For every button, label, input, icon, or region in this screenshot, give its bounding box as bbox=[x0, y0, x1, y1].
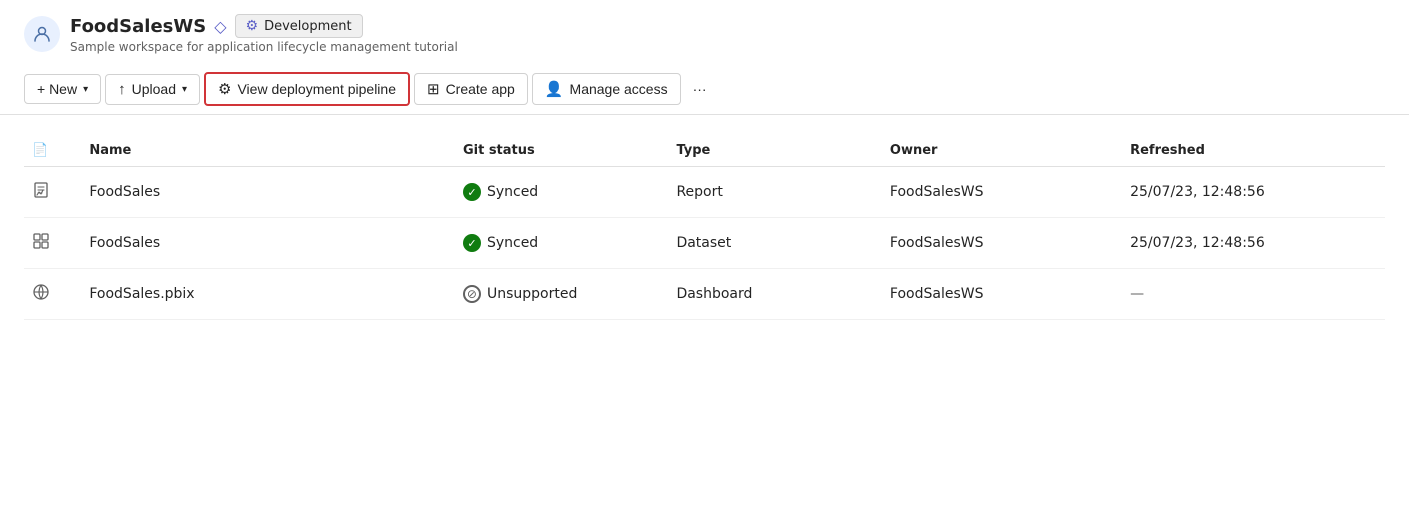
name-column-header[interactable]: Name bbox=[77, 135, 451, 167]
workspace-title-row: FoodSalesWS ◇ ⚙ Development bbox=[70, 14, 458, 38]
header-doc-icon: 📄 bbox=[32, 143, 48, 158]
new-button[interactable]: + New ▾ bbox=[24, 74, 101, 104]
create-app-button[interactable]: ⊞ Create app bbox=[414, 73, 528, 105]
icon-column-header: 📄 bbox=[24, 135, 77, 167]
more-options-label: ··· bbox=[693, 81, 707, 97]
pbix-icon bbox=[24, 269, 77, 320]
synced-label: Synced bbox=[487, 235, 538, 251]
upload-icon: ↑ bbox=[118, 81, 126, 98]
item-name[interactable]: FoodSales bbox=[77, 218, 451, 269]
upload-chevron-icon: ▾ bbox=[182, 84, 187, 95]
synced-icon: ✓ bbox=[463, 234, 481, 252]
git-status-column-header[interactable]: Git status bbox=[451, 135, 664, 167]
table-header-row: 📄 Name Git status Type Owner Refreshed bbox=[24, 135, 1385, 167]
content-area: 📄 Name Git status Type Owner Refreshed bbox=[0, 115, 1409, 320]
pipeline-badge-icon: ⚙ bbox=[246, 18, 259, 34]
table-row[interactable]: FoodSales ✓ Synced ReportFoodSalesWS25/07/2… bbox=[24, 167, 1385, 218]
type-column-header[interactable]: Type bbox=[664, 135, 877, 167]
workspace-subtitle: Sample workspace for application lifecyc… bbox=[70, 40, 458, 54]
owner-column-header[interactable]: Owner bbox=[878, 135, 1118, 167]
new-button-label: + New bbox=[37, 81, 77, 97]
synced-icon: ✓ bbox=[463, 183, 481, 201]
item-refreshed: — bbox=[1118, 269, 1385, 320]
item-refreshed: 25/07/23, 12:48:56 bbox=[1118, 167, 1385, 218]
item-refreshed: 25/07/23, 12:48:56 bbox=[1118, 218, 1385, 269]
item-type: Report bbox=[664, 167, 877, 218]
item-owner: FoodSalesWS bbox=[878, 218, 1118, 269]
dev-badge-label: Development bbox=[264, 19, 352, 34]
create-app-icon: ⊞ bbox=[427, 80, 440, 98]
table-row[interactable]: FoodSales.pbix ⊘ Unsupported DashboardFoodS… bbox=[24, 269, 1385, 320]
development-badge[interactable]: ⚙ Development bbox=[235, 14, 363, 38]
more-options-button[interactable]: ··· bbox=[685, 75, 715, 103]
deployment-pipeline-icon: ⚙ bbox=[218, 80, 231, 98]
item-type: Dashboard bbox=[664, 269, 877, 320]
workspace-avatar bbox=[24, 16, 60, 52]
view-deployment-pipeline-button[interactable]: ⚙ View deployment pipeline bbox=[204, 72, 410, 106]
git-status-cell: ✓ Synced bbox=[451, 218, 664, 269]
upload-button-label: Upload bbox=[132, 81, 176, 97]
premium-icon: ◇ bbox=[214, 17, 226, 36]
workspace-info: FoodSalesWS ◇ ⚙ Development Sample works… bbox=[70, 14, 458, 54]
item-name[interactable]: FoodSales bbox=[77, 167, 451, 218]
dataset-icon bbox=[24, 218, 77, 269]
git-status-cell: ⊘ Unsupported bbox=[451, 269, 664, 320]
git-status-cell: ✓ Synced bbox=[451, 167, 664, 218]
view-pipeline-label: View deployment pipeline bbox=[237, 81, 396, 97]
item-type: Dataset bbox=[664, 218, 877, 269]
report-icon bbox=[24, 167, 77, 218]
upload-button[interactable]: ↑ Upload ▾ bbox=[105, 74, 200, 105]
item-name[interactable]: FoodSales.pbix bbox=[77, 269, 451, 320]
refreshed-column-header[interactable]: Refreshed bbox=[1118, 135, 1385, 167]
table-row[interactable]: FoodSales ✓ Synced DatasetFoodSalesWS25/07/… bbox=[24, 218, 1385, 269]
synced-label: Synced bbox=[487, 184, 538, 200]
manage-access-icon: 👤 bbox=[545, 80, 564, 98]
item-owner: FoodSalesWS bbox=[878, 167, 1118, 218]
toolbar: + New ▾ ↑ Upload ▾ ⚙ View deployment pip… bbox=[0, 64, 1409, 115]
create-app-label: Create app bbox=[446, 81, 515, 97]
item-owner: FoodSalesWS bbox=[878, 269, 1118, 320]
workspace-name: FoodSalesWS bbox=[70, 16, 206, 37]
manage-access-button[interactable]: 👤 Manage access bbox=[532, 73, 681, 105]
manage-access-label: Manage access bbox=[570, 81, 668, 97]
items-table: 📄 Name Git status Type Owner Refreshed bbox=[24, 135, 1385, 320]
unsupported-icon: ⊘ bbox=[463, 285, 481, 303]
workspace-header: FoodSalesWS ◇ ⚙ Development Sample works… bbox=[0, 0, 1409, 64]
unsupported-label: Unsupported bbox=[487, 286, 577, 302]
new-chevron-icon: ▾ bbox=[83, 84, 88, 95]
